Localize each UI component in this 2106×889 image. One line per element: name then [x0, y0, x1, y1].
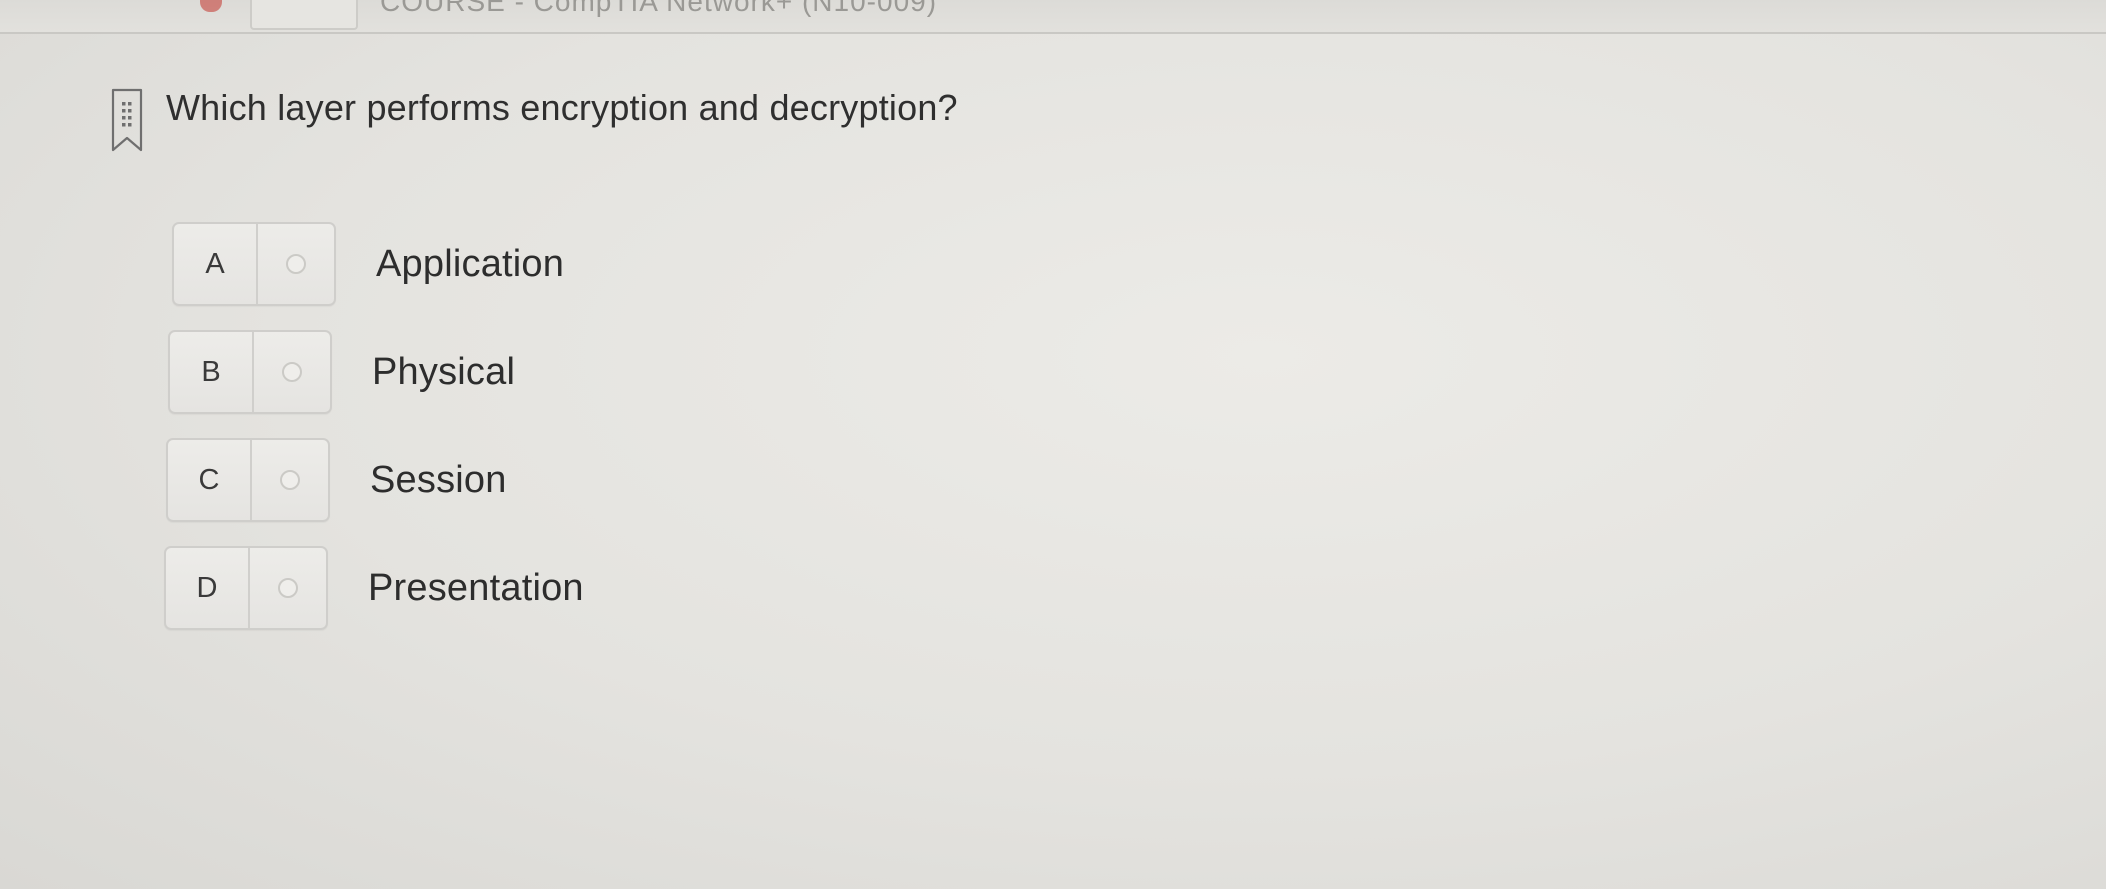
- bookmark-icon[interactable]: [110, 88, 144, 154]
- answer-radio-cell[interactable]: [250, 548, 326, 628]
- answer-option-c[interactable]: C Session: [166, 436, 584, 524]
- answer-letter: A: [174, 224, 258, 304]
- answer-letter: B: [170, 332, 254, 412]
- radio-button[interactable]: [278, 578, 298, 598]
- radio-button[interactable]: [280, 470, 300, 490]
- question-text: Which layer performs encryption and decr…: [166, 87, 958, 128]
- answer-selector-box[interactable]: D: [164, 546, 328, 630]
- answer-label[interactable]: Physical: [372, 351, 515, 394]
- answer-letter: D: [166, 548, 250, 628]
- header-icon-fragment: [200, 0, 222, 12]
- answer-radio-cell[interactable]: [252, 440, 328, 520]
- answer-label[interactable]: Session: [370, 459, 507, 502]
- radio-button[interactable]: [286, 254, 306, 274]
- answer-selector-box[interactable]: C: [166, 438, 330, 522]
- answer-selector-box[interactable]: B: [168, 330, 332, 414]
- header-tab-button[interactable]: [250, 0, 358, 30]
- course-title: COURSE - CompTIA Network+ (N10-009): [380, 0, 938, 17]
- answer-options: A Application B Physical C Session D Pre…: [164, 220, 584, 652]
- top-header-strip: COURSE - CompTIA Network+ (N10-009): [0, 0, 2106, 34]
- answer-option-a[interactable]: A Application: [172, 220, 584, 308]
- answer-selector-box[interactable]: A: [172, 222, 336, 306]
- answer-label[interactable]: Application: [376, 243, 564, 286]
- answer-radio-cell[interactable]: [258, 224, 334, 304]
- answer-option-d[interactable]: D Presentation: [164, 544, 584, 632]
- answer-radio-cell[interactable]: [254, 332, 330, 412]
- answer-letter: C: [168, 440, 252, 520]
- question-header: Which layer performs encryption and decr…: [110, 86, 958, 154]
- answer-option-b[interactable]: B Physical: [168, 328, 584, 416]
- answer-label[interactable]: Presentation: [368, 567, 584, 610]
- radio-button[interactable]: [282, 362, 302, 382]
